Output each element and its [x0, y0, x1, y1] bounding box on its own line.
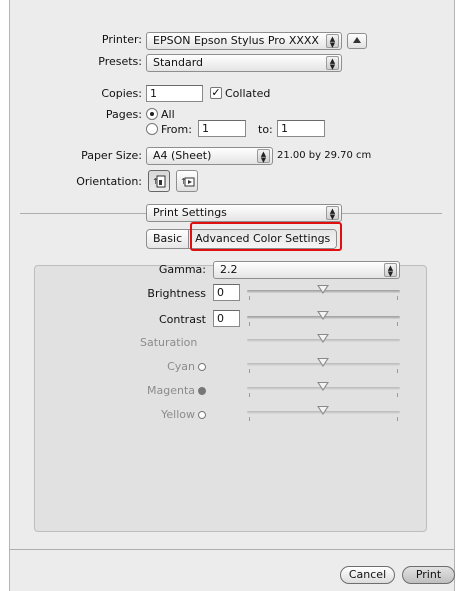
collated-label: Collated [225, 87, 271, 100]
yellow-dot-icon [198, 411, 206, 419]
separator [10, 549, 454, 550]
slider-knob [317, 358, 329, 367]
printer-label: Printer: [101, 33, 142, 46]
separator [342, 213, 442, 214]
svg-text:↑: ↑ [180, 177, 187, 186]
printer-value: EPSON Epson Stylus Pro XXXX [153, 34, 319, 47]
slider-knob [317, 382, 329, 391]
gamma-label: Gamma: [158, 263, 206, 276]
magenta-slider [247, 382, 400, 398]
slider-knob [317, 406, 329, 415]
cyan-dot-icon [198, 363, 206, 371]
popup-arrows-icon: ▲ ▼ [384, 263, 397, 278]
pages-all-label: All [161, 108, 175, 121]
pages-from-field[interactable]: 1 [198, 120, 246, 137]
contrast-field[interactable]: 0 [213, 310, 240, 327]
tab-basic[interactable]: Basic [147, 230, 188, 248]
contrast-label: Contrast [158, 313, 206, 326]
paper-dimensions: 21.00 by 29.70 cm [277, 150, 372, 161]
contrast-slider[interactable] [247, 311, 400, 327]
highlight-box [190, 222, 342, 251]
cancel-button[interactable]: Cancel [340, 566, 395, 584]
print-button[interactable]: Print [402, 566, 455, 584]
popup-arrows-icon: ▲ ▼ [326, 56, 339, 71]
collated-checkbox[interactable]: ✓ [210, 87, 222, 99]
pages-to-field[interactable]: 1 [277, 120, 325, 137]
gamma-popup[interactable]: 2.2 ▲ ▼ [213, 261, 400, 279]
brightness-label: Brightness [147, 287, 206, 300]
presets-value: Standard [153, 56, 204, 69]
yellow-slider [247, 406, 400, 422]
portrait-icon: ↑ [152, 175, 166, 188]
pages-from-radio[interactable] [146, 123, 158, 135]
presets-label: Presets: [98, 55, 142, 68]
landscape-icon: ↑ [180, 177, 195, 187]
cyan-label: Cyan [120, 360, 206, 373]
magenta-dot-icon [198, 387, 206, 395]
portrait-orientation-button[interactable]: ↑ [148, 170, 170, 192]
saturation-slider [247, 334, 400, 350]
settings-group [34, 265, 427, 532]
svg-text:↑: ↑ [152, 177, 159, 186]
slider-knob[interactable] [317, 285, 329, 294]
panel-menu-value: Print Settings [153, 206, 227, 219]
gamma-value: 2.2 [220, 263, 238, 276]
paper-size-popup[interactable]: A4 (Sheet) ▲ ▼ [146, 147, 273, 165]
copies-field[interactable]: 1 [146, 85, 203, 102]
magenta-label: Magenta [120, 384, 206, 397]
copies-label: Copies: [101, 87, 142, 100]
printer-popup[interactable]: EPSON Epson Stylus Pro XXXX ▲ ▼ [146, 32, 342, 50]
yellow-label: Yellow [120, 408, 206, 421]
panel-menu-popup[interactable]: Print Settings ▲ ▼ [146, 204, 342, 222]
pages-to-label: to: [258, 123, 273, 136]
landscape-orientation-button[interactable]: ↑ [176, 170, 198, 192]
presets-popup[interactable]: Standard ▲ ▼ [146, 54, 342, 72]
orientation-label: Orientation: [76, 175, 142, 188]
paper-size-value: A4 (Sheet) [153, 149, 212, 162]
paper-size-label: Paper Size: [81, 149, 142, 162]
separator [20, 213, 146, 214]
slider-knob[interactable] [317, 311, 329, 320]
brightness-field[interactable]: 0 [213, 284, 240, 301]
popup-arrows-icon: ▲ ▼ [326, 206, 339, 221]
popup-arrows-icon: ▲ ▼ [326, 34, 339, 49]
pages-all-radio[interactable] [146, 108, 158, 120]
cyan-slider [247, 358, 400, 374]
slider-knob [317, 334, 329, 343]
disclosure-button[interactable] [347, 33, 367, 49]
brightness-slider[interactable] [247, 285, 400, 301]
pages-from-label: From: [161, 123, 192, 136]
pages-label: Pages: [105, 108, 142, 121]
popup-arrows-icon: ▲ ▼ [257, 149, 270, 164]
